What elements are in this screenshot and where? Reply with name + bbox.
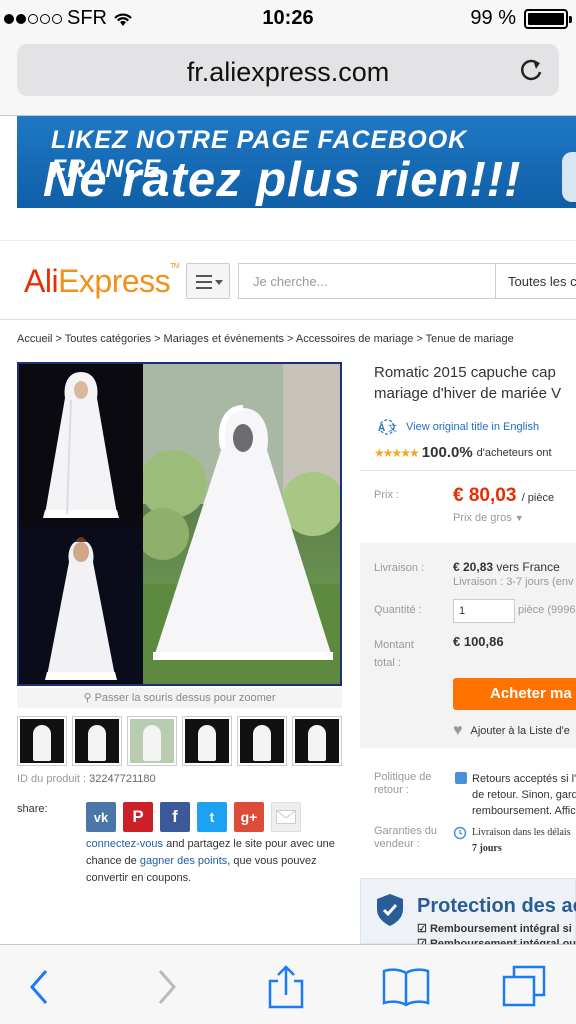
wholesale-price-dropdown[interactable]: Prix de gros ▼ — [453, 512, 524, 524]
facebook-promo-banner[interactable]: LIKEZ NOTRE PAGE FACEBOOK FRANCE Ne rate… — [17, 116, 576, 208]
bookmarks-icon[interactable] — [382, 965, 430, 1009]
rating: ★★★★★ 100.0% d'acheteurs ont — [374, 444, 552, 461]
protection-line: ☑ Remboursement intégral si — [417, 923, 572, 935]
breadcrumb[interactable]: Accueil > Toutes catégories > Mariages e… — [17, 333, 514, 345]
earn-points-link[interactable]: gagner des points — [140, 855, 227, 867]
search-category-select[interactable]: Toutes les ca — [495, 264, 576, 298]
magnifier-icon: ⚲ — [83, 692, 95, 704]
seller-guarantee-label: Garanties du vendeur : — [374, 825, 437, 850]
heart-icon: ♥ — [453, 722, 463, 739]
share-description: connectez-vous and partagez le site pour… — [86, 838, 335, 884]
svg-text:文: 文 — [388, 422, 397, 433]
delivery-time: Livraison : 3-7 jours (env — [453, 576, 574, 588]
address-bar[interactable]: fr.aliexpress.com — [17, 44, 559, 96]
chevron-down-icon: ▼ — [514, 513, 524, 523]
thumbnail[interactable] — [127, 716, 177, 766]
vk-icon[interactable]: vk — [86, 802, 116, 832]
googleplus-icon[interactable]: g+ — [234, 802, 264, 832]
total-label: Montant total : — [374, 639, 414, 669]
search-placeholder: Je cherche... — [253, 274, 328, 289]
tabs-icon[interactable] — [500, 965, 548, 1009]
url-text: fr.aliexpress.com — [186, 57, 390, 87]
twitter-icon[interactable]: t — [197, 802, 227, 832]
divider — [360, 470, 576, 471]
product-title: Romatic 2015 capuche cap mariage d'hiver… — [374, 364, 562, 402]
back-icon[interactable] — [16, 965, 64, 1009]
cape-photo-model — [19, 526, 143, 684]
shipping-country-select[interactable]: France — [522, 560, 559, 574]
price-label: Prix : — [374, 489, 400, 501]
facebook-icon[interactable]: f — [160, 802, 190, 832]
search-input[interactable]: Je cherche... Toutes les ca — [238, 263, 576, 299]
buy-now-button[interactable]: Acheter ma — [453, 678, 576, 710]
buyer-protection-box: Protection des ac ☑ Remboursement intégr… — [360, 878, 576, 950]
site-header: AliExpressTM Je cherche... Toutes les ca — [0, 240, 576, 320]
forward-icon[interactable] — [142, 965, 190, 1009]
view-original-title-link[interactable]: A 文 View original title in English — [374, 419, 539, 435]
shipping-label: Livraison : — [374, 562, 425, 574]
quantity-label: Quantité : — [374, 604, 422, 616]
check-icon: ☑ — [417, 923, 427, 935]
share-icon[interactable] — [262, 965, 310, 1009]
price: € 80,03 / pièce — [453, 485, 555, 506]
zoom-hint: ⚲ Passer la souris dessus pour zoomer — [17, 688, 342, 708]
add-to-wishlist-button[interactable]: ♥ Ajouter à la Liste d'e — [453, 722, 570, 740]
cape-photo-mannequin — [143, 364, 340, 684]
reload-icon[interactable] — [517, 56, 545, 84]
hamburger-icon — [196, 275, 212, 293]
return-policy-text: Retours acceptés si l' de retour. Sinon,… — [472, 773, 576, 817]
shield-icon — [377, 894, 403, 926]
banner-line2: Ne ratez plus rien!!! — [43, 153, 522, 207]
protection-title: Protection des ac — [417, 895, 576, 917]
thumbnail-strip — [17, 716, 342, 766]
translate-icon: A 文 — [378, 419, 397, 435]
thumbnail[interactable] — [17, 716, 67, 766]
browser-toolbar — [0, 944, 576, 1024]
social-share-buttons: vk P f t g+ — [86, 802, 301, 832]
return-policy-icon — [455, 772, 467, 784]
aliexpress-logo[interactable]: AliExpressTM — [24, 263, 180, 300]
thumbnail[interactable] — [292, 716, 342, 766]
email-icon[interactable] — [271, 802, 301, 832]
star-rating-icon: ★★★★★ — [374, 445, 420, 460]
battery-percent: 99 % — [470, 7, 516, 29]
battery-icon — [524, 8, 572, 29]
product-id: ID du produit : 32247721180 — [17, 773, 156, 785]
chevron-down-icon — [215, 280, 223, 285]
shipping-cost: € 20,83 vers France — [453, 560, 560, 574]
seller-guarantee-text: Livraison dans les délais 7 jours — [472, 827, 571, 854]
banner-like-icon — [562, 152, 576, 202]
thumbnail[interactable] — [72, 716, 122, 766]
thumbnail[interactable] — [237, 716, 287, 766]
login-link[interactable]: connectez-vous — [86, 838, 163, 850]
return-policy-label: Politique de retour : — [374, 771, 432, 796]
pinterest-icon[interactable]: P — [123, 802, 153, 832]
stock-count: pièce (9996 — [518, 604, 576, 616]
product-main-image[interactable] — [17, 362, 342, 686]
thumbnail[interactable] — [182, 716, 232, 766]
clock-icon — [453, 826, 467, 840]
category-menu-button[interactable] — [186, 263, 230, 299]
share-label: share: — [17, 803, 48, 815]
svg-text:A: A — [378, 423, 385, 434]
quantity-input[interactable]: 1 — [453, 599, 515, 623]
total-value: € 100,86 — [453, 634, 504, 649]
ios-status-bar: SFR 10:26 99 % — [0, 0, 576, 38]
cape-photo-front — [19, 364, 143, 526]
browser-address-area: fr.aliexpress.com — [0, 38, 576, 116]
